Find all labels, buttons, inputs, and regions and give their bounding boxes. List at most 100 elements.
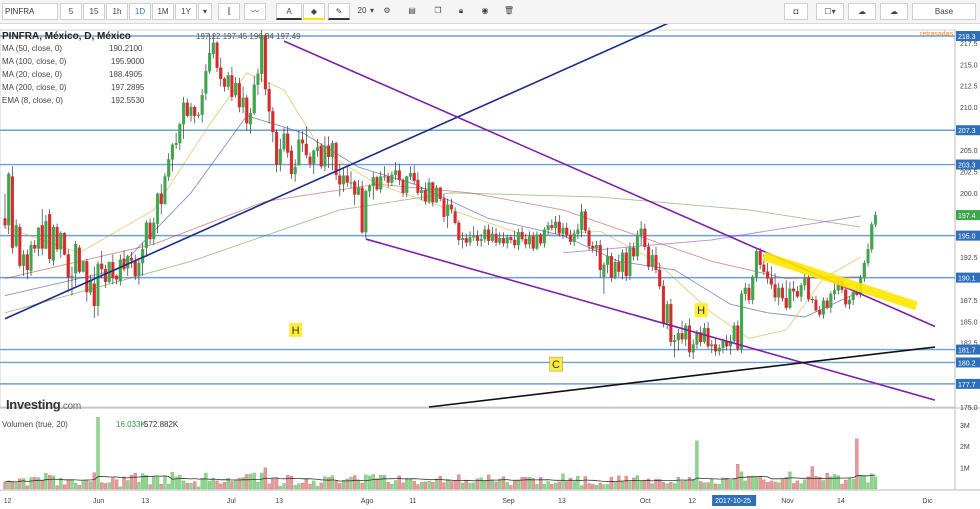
legend-ema8-name: EMA (8, close, 0) xyxy=(2,96,63,105)
fullscreen-icon[interactable]: ☐▾ xyxy=(816,3,844,20)
candle-body xyxy=(580,211,584,230)
lock-icon[interactable]: 🔒︎ xyxy=(453,3,469,20)
interval-1m[interactable]: 1M xyxy=(152,3,174,20)
volume-bar xyxy=(427,481,431,490)
candle-body xyxy=(665,304,669,324)
candle-body xyxy=(22,254,26,266)
chart-toolbar: PINFRA 5 15 1h 1D 1M 1Y ▾ ⫿ 〰 A ◆ ✎ 20 ▾… xyxy=(0,0,980,24)
line-color-icon[interactable]: ✎ xyxy=(328,3,350,20)
volume-bar xyxy=(222,482,227,490)
cloud-download-icon[interactable]: ☁ xyxy=(848,3,876,20)
interval-1d[interactable]: 1D xyxy=(129,3,151,20)
candle-body xyxy=(77,247,81,272)
layers-icon[interactable]: ▤ xyxy=(401,3,423,20)
candle-body xyxy=(751,276,755,301)
volume-legend[interactable]: Volumen (true, 20) 16.033K 572.882K xyxy=(2,420,178,429)
candle-body xyxy=(766,271,770,279)
legend-ema8[interactable]: EMA (8, close, 0) 192.5530 xyxy=(2,96,144,105)
interval-15[interactable]: 15 xyxy=(83,3,105,20)
y-tick-label: 187.5 xyxy=(960,298,978,305)
candle-body xyxy=(457,222,461,241)
candle-body xyxy=(598,244,602,271)
y-tick-label: 202.5 xyxy=(960,169,978,176)
volume-bar xyxy=(717,484,721,490)
candle-body xyxy=(193,106,197,116)
volume-bar xyxy=(66,479,70,490)
price-level-label: 203.3 xyxy=(958,163,976,170)
candle-body xyxy=(293,166,297,175)
candle-body xyxy=(468,237,472,243)
volume-bar xyxy=(527,477,532,490)
volume-bar xyxy=(267,483,271,490)
candle-body xyxy=(103,268,107,283)
legend-ma20-name: MA (20, close, 0) xyxy=(2,70,63,79)
candle-body xyxy=(170,144,174,160)
volume-bar xyxy=(386,482,390,490)
base-select[interactable]: Base xyxy=(912,3,976,20)
y-tick-label: 217.5 xyxy=(960,41,978,48)
volume-bar xyxy=(7,480,11,490)
legend-ma50[interactable]: MA (50, close, 0) 190.2100 xyxy=(2,44,142,53)
fill-color-icon[interactable]: ◆ xyxy=(303,3,325,20)
volume-bar xyxy=(572,481,576,490)
line-tool-icon[interactable]: 〰 xyxy=(244,3,266,20)
candle-body xyxy=(520,232,524,240)
candle-body xyxy=(338,175,342,185)
trash-icon[interactable]: 🗑︎ xyxy=(500,3,518,20)
symbol-input[interactable]: PINFRA xyxy=(2,3,58,20)
volume-bar xyxy=(739,471,744,490)
volume-bar xyxy=(684,480,688,490)
interval-5[interactable]: 5 xyxy=(60,3,82,20)
cloud-upload-icon[interactable]: ☁ xyxy=(880,3,908,20)
candle-body xyxy=(364,190,368,233)
volume-bar xyxy=(107,482,111,490)
price-chart[interactable]: 175.0177.5180.0182.5185.0187.5190.0192.5… xyxy=(0,24,980,509)
volume-bar xyxy=(360,482,364,490)
candle-body xyxy=(513,239,517,246)
volume-bar xyxy=(758,477,762,490)
interval-1h[interactable]: 1h xyxy=(106,3,128,20)
candle-body xyxy=(230,75,234,97)
clone-icon[interactable]: ❐ xyxy=(427,3,449,20)
legend-ma200[interactable]: MA (200, close, 0) 197.2895 xyxy=(2,83,144,92)
settings-gear-icon[interactable]: ⚙ xyxy=(378,3,396,20)
candle-body xyxy=(100,263,104,270)
legend-ma100[interactable]: MA (100, close, 0) 195.9000 xyxy=(2,57,144,66)
candle-body xyxy=(635,234,639,257)
candle-body xyxy=(754,250,758,277)
volume-bar xyxy=(661,482,666,490)
candle-body xyxy=(557,221,561,234)
volume-bar xyxy=(665,483,669,490)
volume-bar xyxy=(178,474,182,490)
candle-body xyxy=(360,187,364,233)
font-size-chevron-icon: ▾ xyxy=(369,6,374,15)
legend-title-text: PINFRA, México, D, México xyxy=(2,31,131,42)
legend-ohlc: 197.22 197.45 196.34 197.49 xyxy=(196,32,301,41)
candle-body xyxy=(866,249,870,264)
camera-icon[interactable]: ◘ xyxy=(784,3,808,20)
volume-bar xyxy=(256,482,260,490)
volume-bar xyxy=(219,483,223,490)
volume-bar xyxy=(114,479,119,490)
eye-icon[interactable]: ◉ xyxy=(476,3,494,20)
legend-ma20[interactable]: MA (20, close, 0) 188.4905 xyxy=(2,70,142,79)
candle-type-icon[interactable]: ⫿ xyxy=(218,3,240,20)
candle-body xyxy=(115,275,119,280)
volume-bar xyxy=(818,477,822,490)
volume-bar xyxy=(297,483,301,490)
volume-bar xyxy=(278,486,282,490)
candle-body xyxy=(7,173,11,226)
interval-dropdown-icon[interactable]: ▾ xyxy=(198,3,212,20)
text-color-icon[interactable]: A xyxy=(276,3,302,20)
volume-bar xyxy=(687,477,692,490)
candle-body xyxy=(353,181,357,195)
candle-body xyxy=(51,226,55,261)
candle-body xyxy=(412,172,416,181)
volume-bar xyxy=(873,476,878,490)
volume-axis-label: 3M xyxy=(960,423,970,430)
candle-body xyxy=(89,280,93,293)
candle-body xyxy=(304,143,308,156)
volume-bar xyxy=(784,477,788,490)
candle-body xyxy=(617,262,621,272)
interval-1y[interactable]: 1Y xyxy=(175,3,197,20)
